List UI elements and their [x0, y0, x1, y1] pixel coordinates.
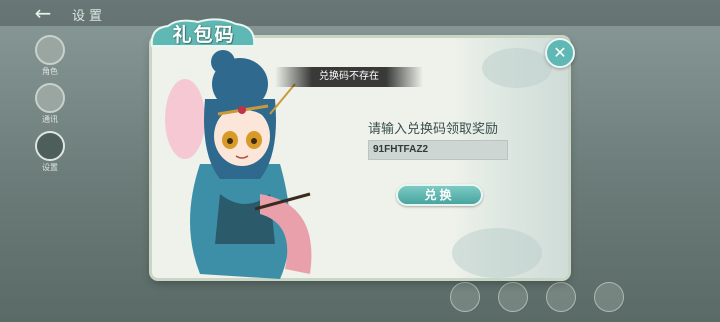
redeem-button[interactable]: 兑换 [396, 184, 483, 206]
menu-icon[interactable] [546, 282, 576, 312]
menu-icon[interactable] [594, 282, 624, 312]
menu-icon[interactable] [498, 282, 528, 312]
gift-code-input[interactable]: 91FHTFAZ2 [368, 140, 508, 160]
close-button[interactable]: ✕ [545, 38, 575, 68]
flower-icon [35, 131, 65, 161]
cloud-decoration [452, 228, 542, 278]
page-title: 设置 [72, 9, 107, 24]
sidebar-item-label: 通讯 [42, 115, 58, 124]
close-icon: ✕ [553, 43, 567, 62]
top-bar: ← 设置 [0, 0, 720, 26]
back-arrow-icon[interactable]: ← [30, 3, 56, 23]
dialog-title: 礼包码 [148, 18, 260, 52]
toast-text: 兑换码不存在 [319, 71, 379, 82]
chat-icon [35, 83, 65, 113]
sidebar-item-label: 角色 [42, 67, 58, 76]
sidebar-item-label: 设置 [42, 163, 58, 172]
redeem-button-label: 兑换 [424, 188, 455, 202]
bottom-menu [450, 282, 630, 316]
sidebar-item-settings[interactable]: 设置 [30, 131, 70, 175]
person-icon [35, 35, 65, 65]
dialog-title-text: 礼包码 [172, 24, 236, 46]
sidebar-item-comm[interactable]: 通讯 [30, 83, 70, 127]
menu-icon[interactable] [450, 282, 480, 312]
cloud-decoration [482, 48, 552, 88]
redeem-prompt: 请输入兑换码领取奖励 [368, 122, 499, 137]
sidebar-item-role[interactable]: 角色 [30, 35, 70, 79]
error-toast: 兑换码不存在 [275, 67, 423, 87]
